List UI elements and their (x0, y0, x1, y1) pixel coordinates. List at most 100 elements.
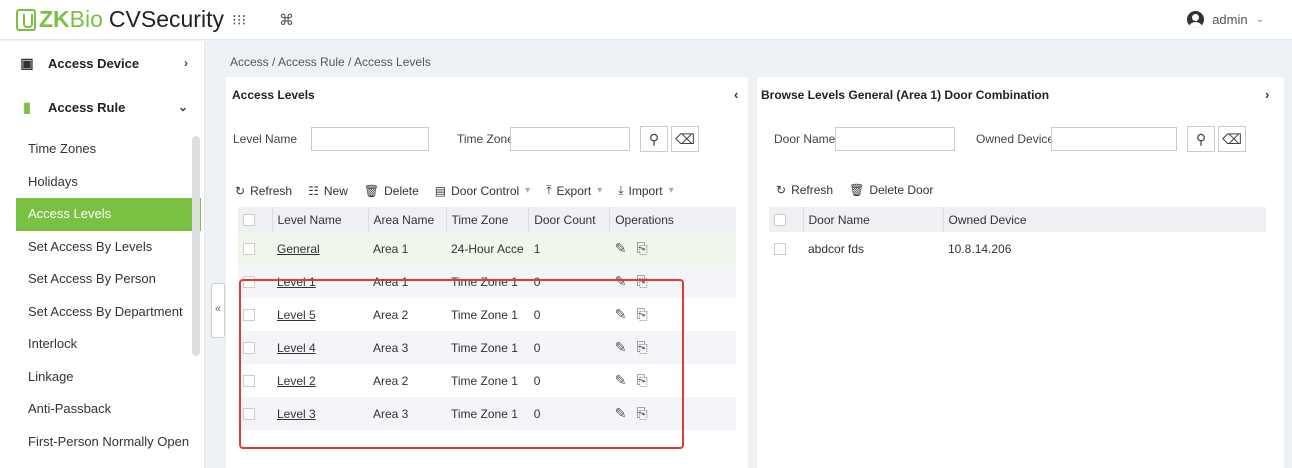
level-name-link[interactable]: General (277, 242, 320, 256)
sidebar-item-multi-person-group[interactable]: Multi-Person Group (0, 458, 204, 468)
edit-icon[interactable]: ✎ (615, 405, 627, 421)
apps-grid-icon[interactable]: ⁝⁝⁝ (232, 11, 246, 29)
time-zone-input[interactable] (510, 127, 630, 151)
table-row[interactable]: Level 3 Area 3 Time Zone 1 0 ✎ ⎘ (238, 397, 736, 430)
time-zone-cell: Time Zone 1 (446, 331, 529, 364)
door-combination-panel: Browse Levels General (Area 1) Door Comb… (757, 77, 1284, 468)
door-count-cell: 0 (533, 307, 541, 322)
clear-filter-button[interactable]: ⌫ (1218, 126, 1246, 152)
column-header[interactable]: Level Name (271, 207, 368, 232)
user-menu[interactable]: admin ⌄ (1187, 11, 1264, 28)
sidebar-item-set-access-by-person[interactable]: Set Access By Person (0, 263, 204, 296)
refresh-button[interactable]: ↻ Refresh (776, 183, 833, 197)
door-control-icon: ▤ (434, 183, 447, 198)
new-button[interactable]: ☷ New (308, 184, 348, 198)
sidebar-group-access-rule[interactable]: ▮ Access Rule ⌄ (0, 87, 204, 127)
row-checkbox[interactable] (243, 408, 255, 421)
table-row[interactable]: Level 2 Area 2 Time Zone 1 0 ✎ ⎘ (238, 364, 736, 397)
edit-icon[interactable]: ✎ (615, 273, 627, 289)
add-door-icon[interactable]: ⎘ (636, 273, 647, 289)
sidebar-group-label: Access Rule (48, 99, 126, 115)
sidebar-item-set-access-by-levels[interactable]: Set Access By Levels (0, 231, 204, 264)
level-name-link[interactable]: Level 4 (277, 341, 316, 355)
import-button[interactable]: ⤓ Import ▾ (618, 183, 673, 198)
column-header: Operations (609, 207, 736, 232)
time-zone-cell: Time Zone 1 (446, 397, 529, 430)
refresh-button[interactable]: ↻ Refresh (235, 184, 292, 198)
sidebar: ▣ Access Device › ▮ Access Rule ⌄ Time Z… (0, 41, 205, 468)
column-header[interactable]: Door Count (528, 207, 610, 232)
column-header[interactable]: Area Name (367, 207, 446, 232)
row-checkbox[interactable] (243, 243, 255, 256)
door-combination-table: Door Name Owned Device abdcor fds 10.8.1… (769, 207, 1266, 265)
collapse-left-icon[interactable]: ‹ (734, 87, 738, 102)
level-name-link[interactable]: Level 5 (277, 308, 316, 322)
edit-icon[interactable]: ✎ (615, 240, 627, 256)
sidebar-item-linkage[interactable]: Linkage (0, 361, 204, 394)
door-name-cell: abdcor fds (808, 241, 865, 256)
clear-filter-button[interactable]: ⌫ (671, 126, 699, 152)
add-door-icon[interactable]: ⎘ (636, 240, 647, 256)
table-row[interactable]: Level 4 Area 3 Time Zone 1 0 ✎ ⎘ (238, 331, 736, 364)
area-name-cell: Area 2 (373, 373, 409, 388)
edit-icon[interactable]: ✎ (615, 339, 627, 355)
column-header[interactable]: Owned Device (942, 207, 1266, 232)
delete-button[interactable]: 🗑 Delete (364, 184, 419, 198)
level-name-link[interactable]: Level 2 (277, 374, 316, 388)
delete-door-label: Delete Door (869, 183, 934, 197)
door-count-cell: 0 (528, 397, 610, 430)
command-icon[interactable]: ⌘ (279, 11, 294, 29)
door-control-button[interactable]: ▤ Door Control ▾ (435, 184, 530, 198)
logo[interactable]: ZK Bio CVSecurity (16, 6, 224, 33)
edit-icon[interactable]: ✎ (615, 306, 627, 322)
row-checkbox[interactable] (243, 342, 255, 355)
select-all-checkbox[interactable] (769, 207, 803, 232)
row-checkbox[interactable] (243, 309, 255, 322)
operations-cell: ✎ ⎘ (609, 232, 736, 265)
sidebar-item-interlock[interactable]: Interlock (0, 328, 204, 361)
door-name-input[interactable] (835, 127, 955, 151)
owned-device-input[interactable] (1051, 127, 1177, 151)
right-toolbar: ↻ Refresh 🗑 Delete Door (776, 183, 949, 197)
level-name-link[interactable]: Level 3 (277, 407, 316, 421)
row-checkbox[interactable] (243, 276, 255, 289)
chevron-down-icon: ▾ (597, 185, 603, 196)
table-row[interactable]: Level 1 Area 1 Time Zone 1 0 ✎ ⎘ (238, 265, 736, 298)
table-row[interactable]: Level 5 Area 2 Time Zone 1 0 ✎ ⎘ (238, 298, 736, 331)
sidebar-submenu: Time Zones Holidays Access Levels Set Ac… (0, 133, 204, 468)
add-door-icon[interactable]: ⎘ (636, 405, 647, 421)
sidebar-collapse-handle[interactable]: « (211, 283, 225, 338)
operations-cell: ✎ ⎘ (610, 364, 736, 397)
level-name-input[interactable] (311, 127, 429, 151)
sidebar-item-access-levels[interactable]: Access Levels (16, 198, 201, 231)
delete-door-button[interactable]: 🗑 Delete Door (849, 183, 933, 197)
sidebar-item-anti-passback[interactable]: Anti-Passback (0, 393, 204, 426)
add-door-icon[interactable]: ⎘ (636, 339, 647, 355)
select-all-checkbox[interactable] (238, 207, 272, 232)
owned-device-label: Owned Device (976, 132, 1055, 146)
sidebar-item-time-zones[interactable]: Time Zones (0, 133, 204, 166)
edit-icon[interactable]: ✎ (615, 372, 627, 388)
search-button[interactable]: ⚲ (1187, 126, 1215, 152)
search-button[interactable]: ⚲ (640, 126, 668, 152)
chevron-down-icon: ⌄ (1255, 14, 1264, 25)
expand-right-icon[interactable]: › (1265, 87, 1269, 102)
sidebar-group-access-device[interactable]: ▣ Access Device › (0, 43, 204, 83)
sidebar-scrollbar[interactable] (192, 136, 200, 356)
trash-icon: 🗑 (363, 183, 380, 198)
checkbox-icon (774, 214, 786, 227)
row-checkbox[interactable] (774, 243, 786, 256)
export-button[interactable]: ⤒ Export ▾ (546, 183, 602, 198)
row-checkbox[interactable] (243, 375, 255, 388)
sidebar-item-holidays[interactable]: Holidays (0, 166, 204, 199)
column-header[interactable]: Door Name (802, 207, 943, 232)
sidebar-item-first-person-normally-open[interactable]: First-Person Normally Open (0, 426, 204, 459)
table-row[interactable]: abdcor fds 10.8.14.206 (769, 232, 1266, 265)
sidebar-item-set-access-by-department[interactable]: Set Access By Department (0, 296, 204, 329)
level-name-link[interactable]: Level 1 (277, 275, 316, 289)
add-door-icon[interactable]: ⎘ (636, 372, 647, 388)
logo-icon (16, 8, 36, 31)
column-header[interactable]: Time Zone (445, 207, 529, 232)
table-row[interactable]: General Area 1 24-Hour Acce 1 ✎ ⎘ (238, 232, 736, 265)
add-door-icon[interactable]: ⎘ (636, 306, 647, 322)
